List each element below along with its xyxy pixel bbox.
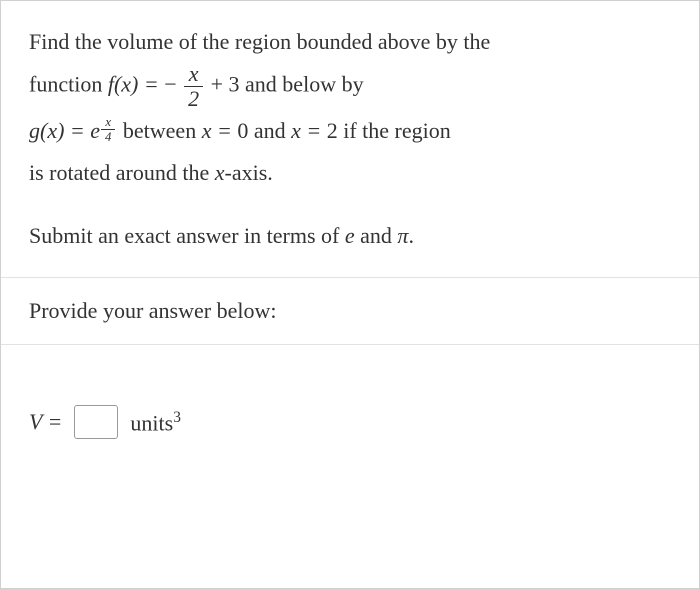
units-word: units [130,410,173,435]
minus-sign: − [164,71,176,96]
plus-three: + 3 [211,71,240,96]
exponent-x-over-4: x 4 [101,116,115,145]
answer-prompt-section: Provide your answer below: [1,278,699,345]
e-symbol: e [345,223,355,248]
text: . [408,223,414,248]
x-eq: x = [202,118,238,143]
units-exponent: 3 [173,409,181,426]
text: function [29,71,108,96]
fraction-x-over-2: x 2 [184,63,203,110]
text: -axis. [225,160,273,185]
answer-prompt: Provide your answer below: [29,298,671,324]
text: Find the volume of the region bounded ab… [29,29,490,54]
text: and below by [245,71,364,96]
text: Submit an exact answer in terms of [29,223,345,248]
text: between [123,118,202,143]
text: if the region [343,118,451,143]
text: and [355,223,398,248]
volume-input[interactable] [74,405,118,439]
denominator: 2 [184,86,203,110]
units-label: units3 [130,409,181,436]
denominator: 4 [101,129,115,144]
fx-lhs: f(x) = [108,71,164,96]
gx-lhs: g(x) = e [29,118,100,143]
answer-row: V = units3 [29,405,671,439]
x-var: x [215,160,225,185]
two: 2 [327,118,338,143]
problem-card: Find the volume of the region bounded ab… [0,0,700,589]
x-eq: x = [291,118,327,143]
text: and [254,118,291,143]
answer-section: V = units3 [1,345,699,479]
text: is rotated around the [29,160,215,185]
numerator: x [185,63,203,86]
v-equals: V = [29,409,62,435]
pi-symbol: π [397,223,408,248]
problem-statement: Find the volume of the region bounded ab… [1,1,699,278]
numerator: x [101,116,115,130]
zero: 0 [237,118,248,143]
